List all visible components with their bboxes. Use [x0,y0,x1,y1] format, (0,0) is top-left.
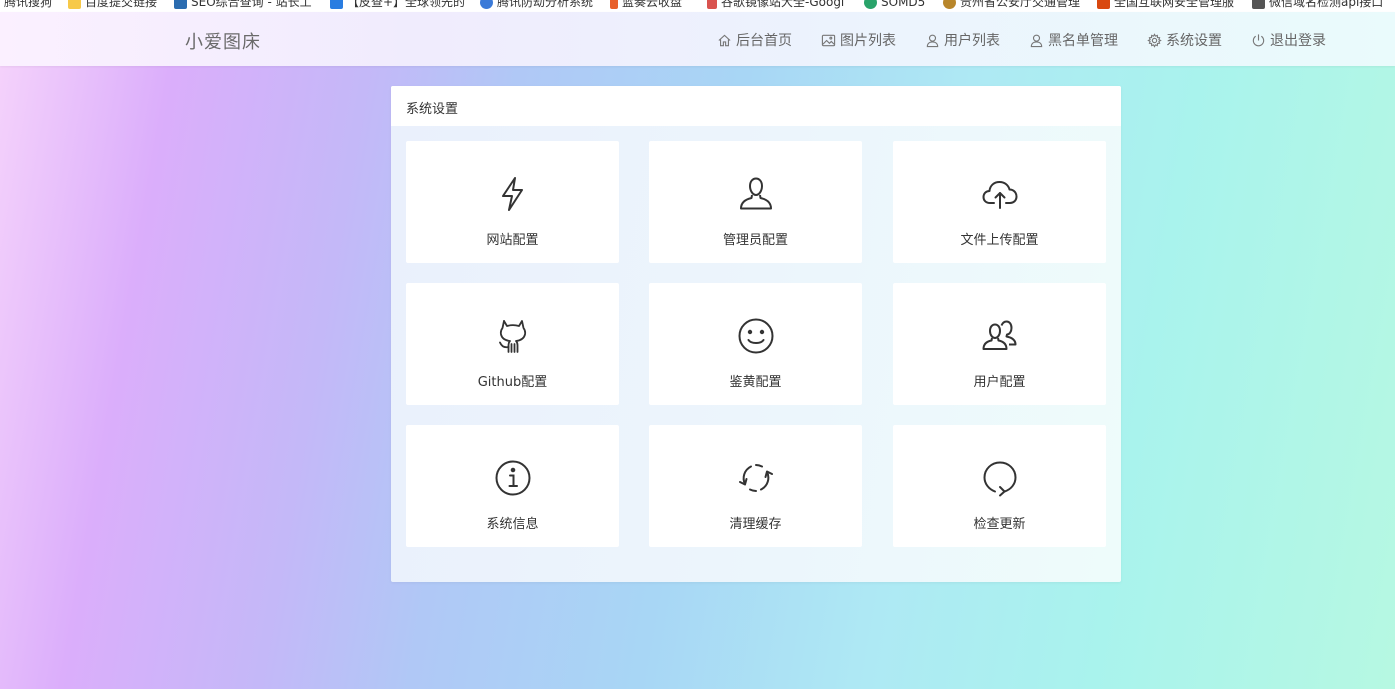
card-check-update[interactable]: 检查更新 [893,425,1106,547]
s-icon [864,0,877,9]
card-porn-detect-config[interactable]: 鉴黄配置 [649,283,862,405]
card-label: 网站配置 [486,233,539,248]
site-icon [174,0,187,9]
card-label: 用户配置 [973,375,1026,390]
bookmarks-bar: 腾讯搜狗 百度提交链接 SEO综合查询 - 站长工 【皮查+】全球领先的 腾讯防… [0,0,1395,12]
users-icon [982,320,1016,350]
shield-icon [1097,0,1110,9]
bookmark-item[interactable]: 【皮查+】全球领先的 [330,0,465,9]
bookmark-item[interactable]: 腾讯搜狗 [4,0,52,9]
info-icon [495,460,530,496]
bookmark-label: 腾讯防劫分析系统 [497,0,594,9]
settings-panel: 系统设置 网站配置 管理员配置 文件上传配置 Github配置 鉴黄配置 用户配… [391,86,1121,582]
card-label: 系统信息 [486,517,539,532]
bookmark-item[interactable]: SEO综合查询 - 站长工 [174,0,312,9]
image-icon [821,34,836,46]
bookmark-label: 百度提交链接 [85,0,158,9]
bookmark-label: 【皮查+】全球领先的 [347,0,466,9]
user-icon [739,177,772,210]
bookmark-label: 谷歌镜像站大全-Googl [721,0,845,9]
nav-item-logout[interactable]: 退出登录 [1251,30,1326,50]
bookmark-item[interactable]: 贵州省公安厅交通管理 [943,0,1080,9]
card-user-config[interactable]: 用户配置 [893,283,1106,405]
globe-icon [480,0,493,9]
user-icon [926,34,939,47]
panel-title: 系统设置 [391,86,1121,126]
nav-item-images[interactable]: 图片列表 [821,30,896,50]
cloud-upload-icon [982,181,1017,209]
nav-label: 后台首页 [736,33,792,49]
tag-icon [707,0,717,9]
card-label: 管理员配置 [722,233,788,248]
doc-icon [1252,0,1265,9]
card-label: 文件上传配置 [960,233,1039,248]
nav-label: 用户列表 [944,33,1000,49]
bookmark-label: 腾讯搜狗 [4,0,53,9]
nav-item-blacklist[interactable]: 黑名单管理 [1029,30,1118,50]
nav-item-users[interactable]: 用户列表 [925,30,1000,50]
lightning-icon [501,177,523,211]
bookmark-item[interactable]: 微信域名检测api接口 [1252,0,1383,9]
bookmark-label: 贵州省公安厅交通管理 [960,0,1081,9]
power-icon [1252,33,1265,46]
card-clear-cache[interactable]: 清理缓存 [649,425,862,547]
nav-label: 退出登录 [1270,33,1326,49]
nav-label: 黑名单管理 [1048,33,1118,49]
badge-icon [943,0,956,9]
bookmark-label: SEO综合查询 - 站长工 [191,0,312,9]
loop-icon [983,461,1016,497]
card-label: 清理缓存 [729,517,782,532]
refresh-icon [738,464,773,492]
bookmark-label: SOMD5 [881,0,926,9]
card-github-config[interactable]: Github配置 [406,283,619,405]
bookmark-item[interactable]: SOMD5 [864,0,925,9]
bookmark-item[interactable]: 腾讯防劫分析系统 [480,0,593,9]
card-label: 检查更新 [973,517,1026,532]
card-admin-config[interactable]: 管理员配置 [649,141,862,263]
github-icon [498,320,526,353]
smile-icon [738,318,773,354]
nav-item-dashboard[interactable]: 后台首页 [717,30,792,50]
card-system-info[interactable]: 系统信息 [406,425,619,547]
nav-menu: 后台首页 图片列表 用户列表 黑名单管理 系统设置 退出登录 [0,30,1395,52]
bookmark-label: 微信域名检测api接口 [1269,0,1384,9]
bookmark-label: 蓝奏云收盘 [622,0,683,9]
home-icon [718,34,731,46]
bookmark-item[interactable]: 全国互联网安全管理服 [1097,0,1234,9]
bookmark-item[interactable]: 谷歌镜像站大全-Googl [707,0,844,9]
user-icon [1030,34,1043,47]
nav-label: 系统设置 [1166,33,1222,49]
check-icon [330,0,343,9]
nav-item-settings[interactable]: 系统设置 [1147,30,1222,50]
bookmark-item[interactable]: 蓝奏云收盘 [610,0,682,9]
card-site-config[interactable]: 网站配置 [406,141,619,263]
card-label: 鉴黄配置 [729,375,782,390]
gear-icon [1147,32,1162,48]
card-upload-config[interactable]: 文件上传配置 [893,141,1106,263]
bookmark-item[interactable]: 百度提交链接 [68,0,157,9]
bookmark-label: 全国互联网安全管理服 [1114,0,1235,9]
folder-icon [68,0,81,9]
arrow-icon [610,0,618,9]
card-label: Github配置 [477,375,548,390]
nav-label: 图片列表 [840,33,896,49]
top-navbar: 小爱图床 后台首页 图片列表 用户列表 黑名单管理 系统设置 退出登录 [0,12,1395,66]
